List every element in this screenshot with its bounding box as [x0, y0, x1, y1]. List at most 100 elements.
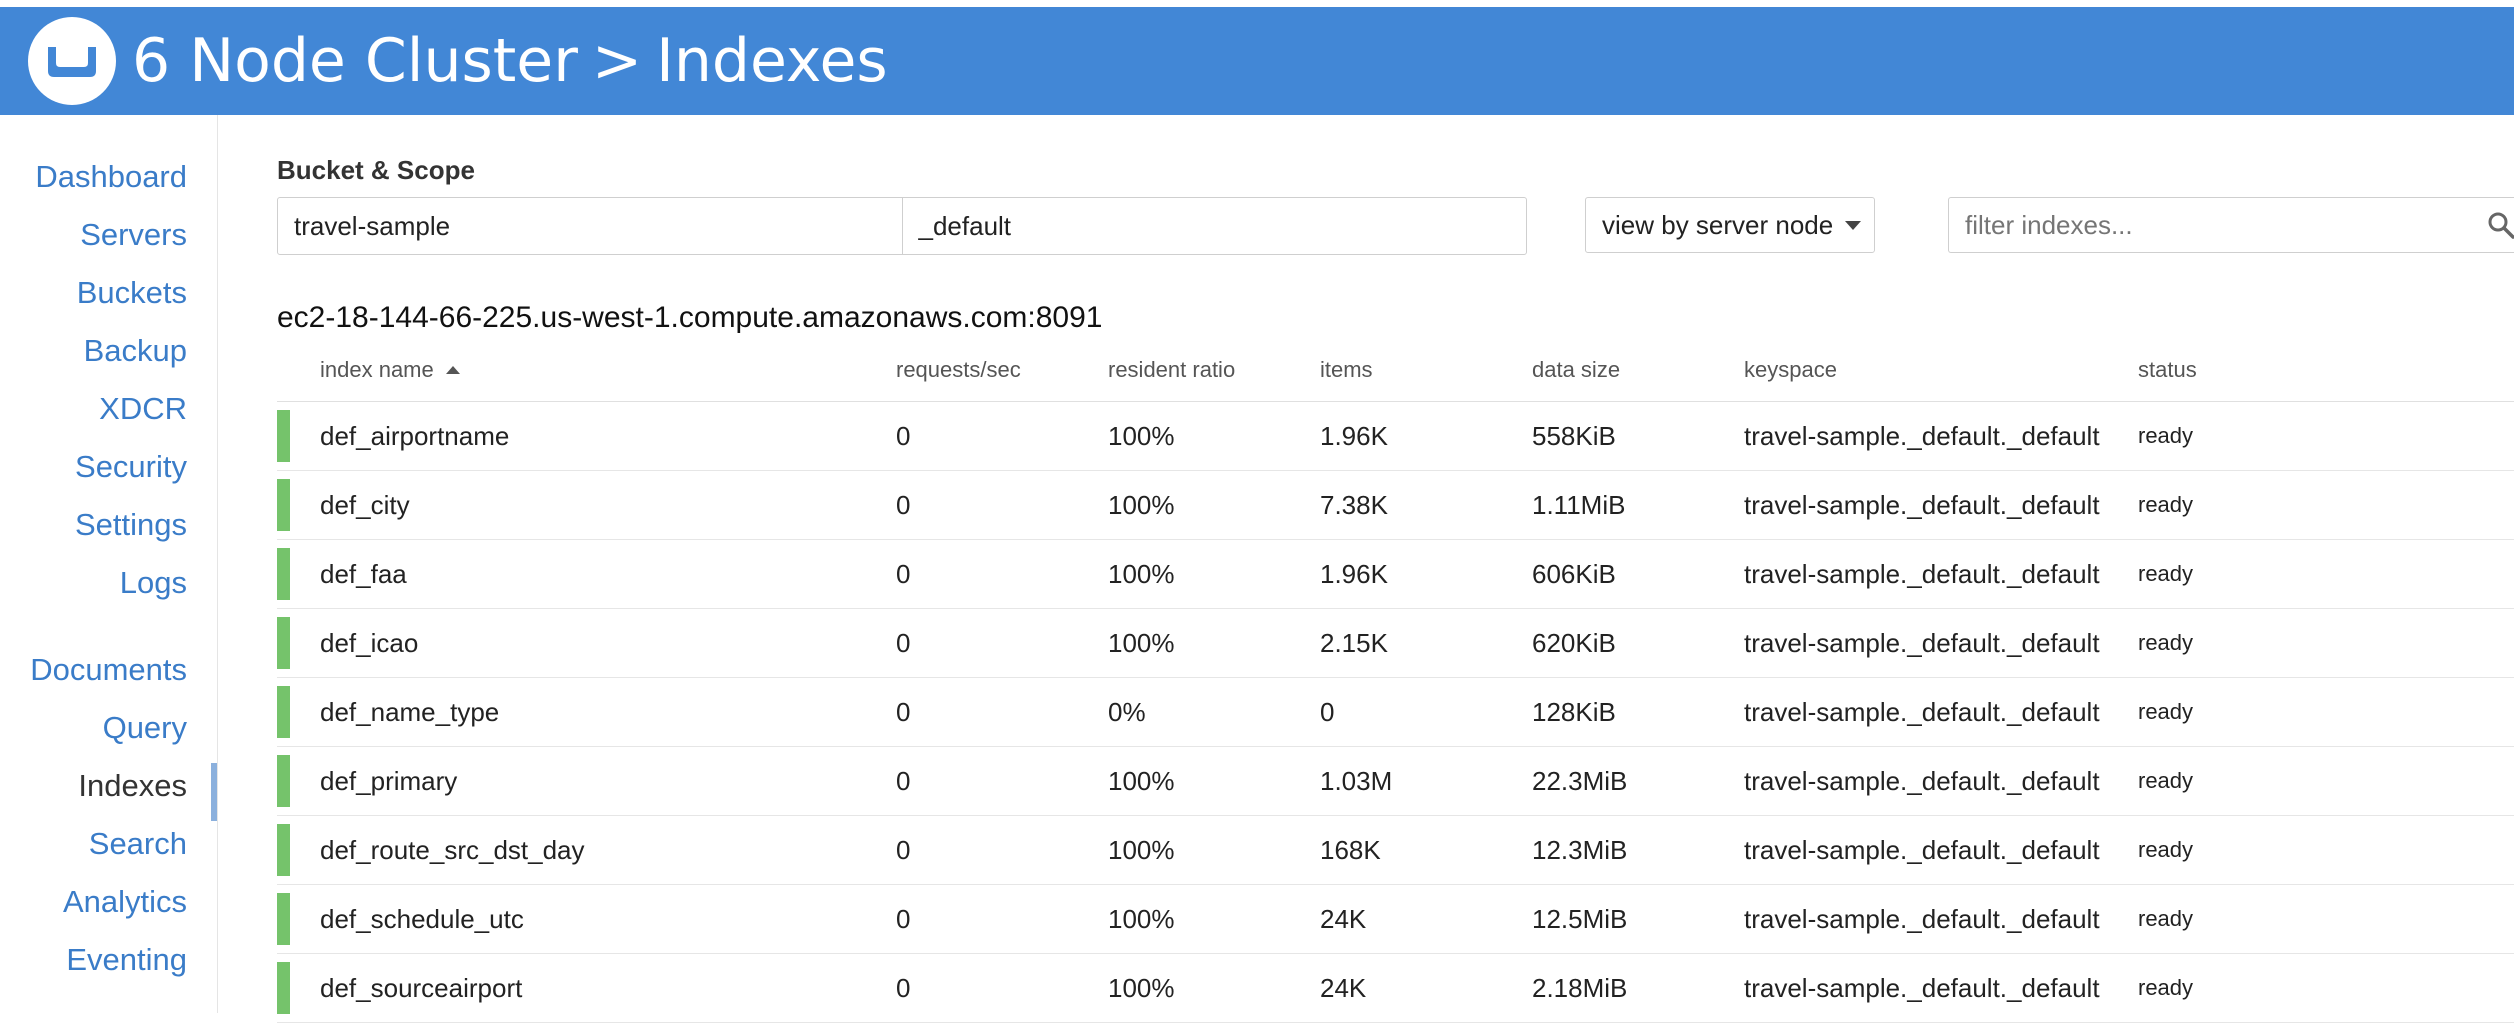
cell-resident-ratio: 100%	[1108, 834, 1175, 865]
sidebar-item-security[interactable]: Security	[75, 449, 187, 485]
cell-resident-ratio: 100%	[1108, 972, 1175, 1003]
cell-items: 2.15K	[1320, 627, 1388, 658]
sidebar-item-query[interactable]: Query	[103, 710, 187, 746]
bucket-scope-label: Bucket & Scope	[277, 155, 475, 185]
cell-index-name: def_airportname	[320, 420, 510, 451]
cell-status: ready	[2138, 423, 2194, 448]
column-header-items[interactable]: items	[1320, 357, 1373, 383]
cell-data-size: 1.11MiB	[1532, 489, 1626, 520]
column-header-resident-ratio[interactable]: resident ratio	[1108, 357, 1235, 383]
cell-data-size: 12.5MiB	[1532, 903, 1628, 934]
table-row[interactable]: def_route_src_dst_day 0 100% 168K 12.3MiB tra…	[277, 816, 2514, 885]
table-row[interactable]: def_primary 0 100% 1.03M 22.3MiB travel-sampl…	[277, 747, 2514, 816]
sidebar-item-dashboard[interactable]: Dashboard	[35, 159, 187, 195]
cell-keyspace: travel-sample._default._default	[1744, 765, 2100, 796]
cell-items: 7.38K	[1320, 489, 1388, 520]
cell-data-size: 22.3MiB	[1532, 765, 1628, 796]
cell-items: 0	[1320, 696, 1335, 727]
cell-index-name: def_icao	[320, 627, 419, 658]
cell-data-size: 2.18MiB	[1532, 972, 1628, 1003]
cell-requests-per-sec: 0	[896, 558, 911, 589]
bucket-select[interactable]: travel-sample	[278, 198, 902, 254]
cell-requests-per-sec: 0	[896, 903, 911, 934]
cell-data-size: 128KiB	[1532, 696, 1616, 727]
sidebar-item-servers[interactable]: Servers	[80, 217, 187, 253]
cell-resident-ratio: 100%	[1108, 903, 1175, 934]
bucket-scope-selector: travel-sample _default	[277, 197, 1527, 255]
cell-requests-per-sec: 0	[896, 420, 911, 451]
cell-keyspace: travel-sample._default._default	[1744, 834, 2100, 865]
breadcrumb-separator: >	[591, 26, 643, 96]
cell-status: ready	[2138, 906, 2194, 931]
table-row[interactable]: def_schedule_utc 0 100% 24K 12.5MiB travel-sa…	[277, 885, 2514, 954]
cell-status: ready	[2138, 561, 2194, 586]
view-by-dropdown[interactable]: view by server node	[1585, 197, 1875, 253]
cell-status: ready	[2138, 837, 2194, 862]
status-indicator	[277, 617, 290, 669]
cell-requests-per-sec: 0	[896, 627, 911, 658]
column-header-index-name[interactable]: index name	[320, 357, 460, 383]
app-header: 6 Node Cluster > Indexes	[0, 7, 2514, 115]
column-header-status[interactable]: status	[2138, 357, 2197, 383]
cell-index-name: def_city	[320, 489, 410, 520]
cell-data-size: 606KiB	[1532, 558, 1616, 589]
status-indicator	[277, 755, 290, 807]
cluster-name[interactable]: 6 Node Cluster	[132, 26, 578, 96]
sidebar-item-search[interactable]: Search	[89, 826, 187, 862]
cell-resident-ratio: 0%	[1108, 696, 1146, 727]
cell-resident-ratio: 100%	[1108, 558, 1175, 589]
table-row[interactable]: def_icao 0 100% 2.15K 620KiB travel-sample._d…	[277, 609, 2514, 678]
search-icon[interactable]	[2487, 211, 2514, 239]
column-label: index name	[320, 357, 434, 382]
cell-status: ready	[2138, 492, 2194, 517]
sidebar-nav: Dashboard Servers Buckets Backup XDCR Se…	[0, 115, 218, 1013]
cell-status: ready	[2138, 699, 2194, 724]
cell-items: 1.96K	[1320, 420, 1388, 451]
table-row[interactable]: def_faa 0 100% 1.96K 606KiB travel-sample._de…	[277, 540, 2514, 609]
couchbase-logo-icon[interactable]	[28, 17, 116, 105]
index-table-body: def_airportname 0 100% 1.96K 558KiB travel-sa…	[277, 402, 2514, 1023]
cell-requests-per-sec: 0	[896, 765, 911, 796]
cell-keyspace: travel-sample._default._default	[1744, 627, 2100, 658]
scope-select[interactable]: _default	[901, 198, 1527, 254]
cell-resident-ratio: 100%	[1108, 489, 1175, 520]
sidebar-item-logs[interactable]: Logs	[120, 565, 187, 601]
cell-index-name: def_primary	[320, 765, 458, 796]
breadcrumb: 6 Node Cluster > Indexes	[132, 26, 888, 96]
sidebar-item-indexes[interactable]: Indexes	[78, 768, 187, 804]
sidebar-item-analytics[interactable]: Analytics	[63, 884, 187, 920]
table-header: index name requests/sec resident ratio i…	[277, 353, 2514, 402]
filter-indexes-input[interactable]	[1948, 197, 2514, 253]
cell-data-size: 12.3MiB	[1532, 834, 1628, 865]
table-row[interactable]: def_city 0 100% 7.38K 1.11MiB travel-sample._…	[277, 471, 2514, 540]
cell-items: 24K	[1320, 903, 1367, 934]
sidebar-item-settings[interactable]: Settings	[75, 507, 187, 543]
sidebar-item-xdcr[interactable]: XDCR	[99, 391, 187, 427]
sidebar-item-buckets[interactable]: Buckets	[77, 275, 187, 311]
column-header-keyspace[interactable]: keyspace	[1744, 357, 1837, 383]
cell-keyspace: travel-sample._default._default	[1744, 903, 2100, 934]
status-indicator	[277, 824, 290, 876]
column-header-data-size[interactable]: data size	[1532, 357, 1620, 383]
cell-data-size: 620KiB	[1532, 627, 1616, 658]
sidebar-item-documents[interactable]: Documents	[30, 652, 187, 688]
cell-items: 1.96K	[1320, 558, 1388, 589]
table-row[interactable]: def_airportname 0 100% 1.96K 558KiB travel-sa…	[277, 402, 2514, 471]
cell-items: 24K	[1320, 972, 1367, 1003]
table-row[interactable]: def_name_type 0 0% 0 128KiB travel-sample._de…	[277, 678, 2514, 747]
cell-data-size: 558KiB	[1532, 420, 1616, 451]
cell-requests-per-sec: 0	[896, 972, 911, 1003]
column-header-requests[interactable]: requests/sec	[896, 357, 1021, 383]
cell-keyspace: travel-sample._default._default	[1744, 420, 2100, 451]
cell-items: 168K	[1320, 834, 1381, 865]
sidebar-item-eventing[interactable]: Eventing	[66, 942, 187, 978]
cell-resident-ratio: 100%	[1108, 765, 1175, 796]
sidebar-item-backup[interactable]: Backup	[84, 333, 187, 369]
top-strip	[0, 0, 2514, 7]
status-indicator	[277, 686, 290, 738]
cell-status: ready	[2138, 630, 2194, 655]
cell-status: ready	[2138, 768, 2194, 793]
status-indicator	[277, 479, 290, 531]
server-node-host: ec2-18-144-66-225.us-west-1.compute.amaz…	[277, 301, 1103, 334]
main-content: Bucket & Scope travel-sample _default vi…	[217, 115, 2514, 1023]
